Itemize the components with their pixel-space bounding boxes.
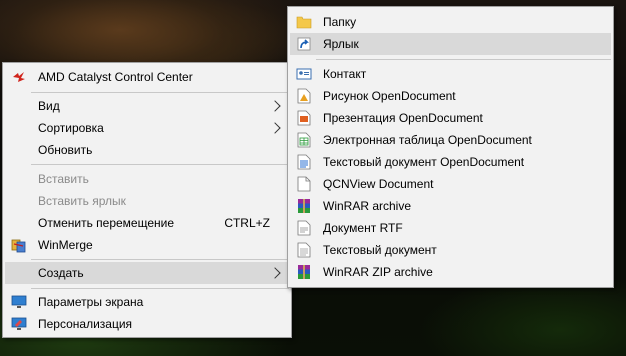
winmerge-icon xyxy=(11,237,27,253)
submenu-item-label: Контакт xyxy=(323,67,367,81)
submenu-item-od-spreadsheet[interactable]: Электронная таблица OpenDocument xyxy=(290,129,611,151)
menu-separator xyxy=(31,259,289,260)
submenu-item-label: Папку xyxy=(323,15,357,29)
submenu-item-label: QCNView Document xyxy=(323,177,434,191)
submenu-item-label: Ярлык xyxy=(323,37,359,51)
odt-document-icon xyxy=(296,154,312,170)
menu-item-view[interactable]: Вид xyxy=(5,95,289,117)
chevron-right-icon xyxy=(269,100,281,112)
menu-item-winmerge[interactable]: WinMerge xyxy=(5,234,289,256)
menu-item-paste-shortcut[interactable]: Вставить ярлык xyxy=(5,190,289,212)
folder-icon xyxy=(296,14,312,30)
display-settings-icon xyxy=(11,294,27,310)
submenu-item-label: WinRAR archive xyxy=(323,199,412,213)
menu-separator xyxy=(316,59,611,60)
submenu-item-txt[interactable]: Текстовый документ xyxy=(290,239,611,261)
menu-item-label: Персонализация xyxy=(38,317,133,331)
winrar-zip-icon xyxy=(296,264,312,280)
create-submenu: Папку Ярлык Контакт Рисунок OpenDocument… xyxy=(287,6,614,288)
submenu-item-od-presentation[interactable]: Презентация OpenDocument xyxy=(290,107,611,129)
submenu-item-label: Электронная таблица OpenDocument xyxy=(323,133,532,147)
menu-item-label: Параметры экрана xyxy=(38,295,144,309)
desktop-context-menu: AMD Catalyst Control Center Вид Сортиров… xyxy=(2,62,292,338)
shortcut-arrow-icon xyxy=(296,36,312,52)
menu-item-label: Создать xyxy=(38,266,84,280)
chevron-right-icon xyxy=(269,267,281,279)
winrar-archive-icon xyxy=(296,198,312,214)
menu-item-label: WinMerge xyxy=(38,238,93,252)
menu-separator xyxy=(31,288,289,289)
menu-item-label: AMD Catalyst Control Center xyxy=(38,70,193,84)
menu-item-undo-move[interactable]: Отменить перемещение CTRL+Z xyxy=(5,212,289,234)
contact-card-icon xyxy=(296,66,312,82)
menu-item-display-settings[interactable]: Параметры экрана xyxy=(5,291,289,313)
menu-item-label: Вид xyxy=(38,99,60,113)
menu-separator xyxy=(31,164,289,165)
ods-document-icon xyxy=(296,132,312,148)
submenu-item-label: Презентация OpenDocument xyxy=(323,111,483,125)
text-document-icon xyxy=(296,242,312,258)
odg-document-icon xyxy=(296,88,312,104)
menu-item-personalize[interactable]: Персонализация xyxy=(5,313,289,335)
odp-document-icon xyxy=(296,110,312,126)
submenu-item-label: WinRAR ZIP archive xyxy=(323,265,433,279)
submenu-item-qcnview[interactable]: QCNView Document xyxy=(290,173,611,195)
submenu-item-label: Рисунок OpenDocument xyxy=(323,89,456,103)
rtf-document-icon xyxy=(296,220,312,236)
submenu-item-od-text[interactable]: Текстовый документ OpenDocument xyxy=(290,151,611,173)
submenu-item-label: Документ RTF xyxy=(323,221,403,235)
menu-item-paste[interactable]: Вставить xyxy=(5,168,289,190)
submenu-item-rtf[interactable]: Документ RTF xyxy=(290,217,611,239)
chevron-right-icon xyxy=(269,122,281,134)
blank-document-icon xyxy=(296,176,312,192)
personalize-icon xyxy=(11,316,27,332)
menu-item-amd-catalyst[interactable]: AMD Catalyst Control Center xyxy=(5,66,289,88)
menu-item-label: Отменить перемещение xyxy=(38,216,175,230)
menu-item-label: Сортировка xyxy=(38,121,104,135)
submenu-item-winrar-zip[interactable]: WinRAR ZIP archive xyxy=(290,261,611,283)
menu-item-create[interactable]: Создать xyxy=(5,262,289,284)
submenu-item-winrar[interactable]: WinRAR archive xyxy=(290,195,611,217)
menu-item-label: Вставить ярлык xyxy=(38,194,126,208)
menu-item-label: Вставить xyxy=(38,172,89,186)
menu-item-refresh[interactable]: Обновить xyxy=(5,139,289,161)
submenu-item-od-drawing[interactable]: Рисунок OpenDocument xyxy=(290,85,611,107)
amd-catalyst-icon xyxy=(11,69,27,85)
submenu-item-label: Текстовый документ xyxy=(323,243,437,257)
shortcut-label: CTRL+Z xyxy=(224,216,270,230)
menu-item-label: Обновить xyxy=(38,143,93,157)
menu-separator xyxy=(31,92,289,93)
submenu-item-shortcut[interactable]: Ярлык xyxy=(290,33,611,55)
menu-item-sort[interactable]: Сортировка xyxy=(5,117,289,139)
submenu-item-folder[interactable]: Папку xyxy=(290,11,611,33)
submenu-item-contact[interactable]: Контакт xyxy=(290,63,611,85)
submenu-item-label: Текстовый документ OpenDocument xyxy=(323,155,525,169)
